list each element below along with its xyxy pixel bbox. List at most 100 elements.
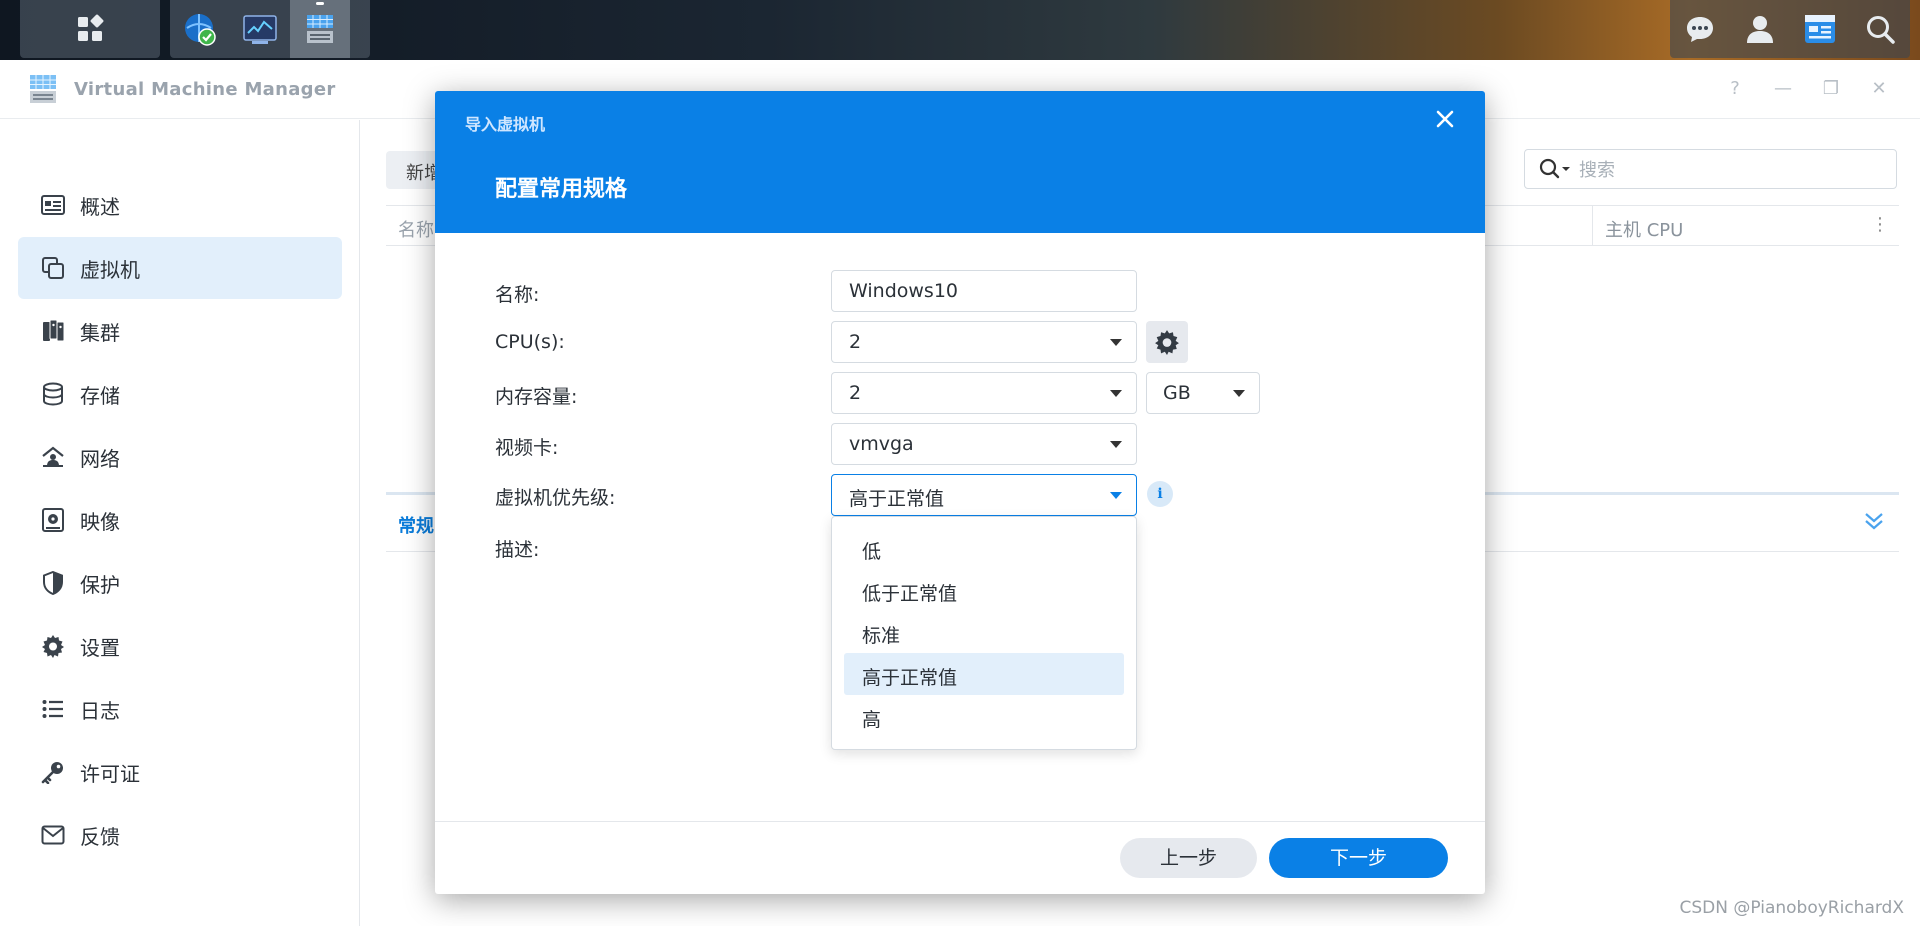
tab-general[interactable]: 常规	[398, 512, 434, 538]
priority-label: 虚拟机优先级:	[495, 487, 616, 509]
image-icon	[40, 507, 66, 533]
chevron-down-icon	[1110, 441, 1122, 448]
minimize-button[interactable]: —	[1772, 78, 1794, 99]
virtual-machine-icon	[40, 255, 66, 281]
taskbar-app-monitor[interactable]	[230, 0, 290, 58]
dialog-footer: 上一步 下一步	[435, 821, 1485, 894]
taskbar-apps	[170, 0, 370, 58]
window-title: Virtual Machine Manager	[74, 78, 336, 100]
sidebar: 概述 虚拟机 集群 存储 网络 映像 保护 设置 日志 许可证 反馈	[0, 120, 360, 926]
sidebar-item-label: 存储	[80, 383, 120, 408]
close-icon[interactable]	[1433, 107, 1457, 131]
priority-option-low[interactable]: 低	[844, 527, 1124, 569]
next-step-button[interactable]: 下一步	[1269, 838, 1448, 878]
column-host-cpu-label: 主机 CPU	[1605, 220, 1684, 241]
cluster-icon	[40, 318, 66, 344]
chevron-down-icon	[1110, 390, 1122, 397]
priority-option-high[interactable]: 高	[844, 695, 1124, 737]
close-window-button[interactable]: ✕	[1868, 78, 1890, 99]
watermark: CSDN @PianoboyRichardX	[1679, 898, 1904, 918]
sidebar-item-label: 设置	[80, 635, 120, 660]
key-icon	[40, 759, 66, 785]
sidebar-item-settings[interactable]: 设置	[18, 615, 342, 677]
user-icon	[1747, 16, 1773, 43]
import-vm-dialog: 导入虚拟机 配置常用规格 名称: CPU(s): 内存容量: 视频卡: 虚拟机优…	[435, 91, 1485, 894]
user-button[interactable]	[1730, 0, 1790, 58]
memory-unit-value: GB	[1163, 382, 1191, 404]
previous-step-button[interactable]: 上一步	[1120, 838, 1257, 878]
widgets-button[interactable]	[1790, 0, 1850, 58]
sidebar-item-label: 日志	[80, 698, 120, 723]
sidebar-item-label: 概述	[80, 194, 120, 219]
virtual-machine-manager-icon	[307, 15, 333, 43]
sidebar-item-license[interactable]: 许可证	[18, 741, 342, 803]
main-menu-button[interactable]	[20, 0, 160, 58]
priority-option-below-normal[interactable]: 低于正常值	[844, 569, 1124, 611]
sidebar-item-label: 虚拟机	[80, 257, 140, 282]
column-name-header[interactable]: 名称	[398, 216, 434, 242]
priority-option-above-normal[interactable]: 高于正常值	[844, 653, 1124, 695]
messages-button[interactable]	[1670, 0, 1730, 58]
chevron-down-icon	[1110, 339, 1122, 346]
info-icon[interactable]: i	[1147, 481, 1173, 507]
gear-icon	[40, 633, 66, 659]
search-icon	[1867, 16, 1895, 44]
name-label: 名称:	[495, 284, 540, 306]
dialog-kicker: 导入虚拟机	[465, 115, 546, 134]
name-field[interactable]: Windows10	[831, 270, 1137, 312]
restore-button[interactable]: ❐	[1820, 78, 1842, 99]
mail-icon	[40, 822, 66, 848]
sidebar-item-log[interactable]: 日志	[18, 678, 342, 740]
shield-icon	[40, 570, 66, 596]
sidebar-item-cluster[interactable]: 集群	[18, 300, 342, 362]
sidebar-item-virtual-machine[interactable]: 虚拟机	[18, 237, 342, 299]
taskbar-right-group	[1670, 0, 1910, 58]
search-input[interactable]: 搜索	[1524, 149, 1897, 189]
memory-select[interactable]: 2	[831, 372, 1137, 414]
help-button[interactable]: ?	[1724, 78, 1746, 99]
sidebar-item-label: 反馈	[80, 824, 120, 849]
cpus-label: CPU(s):	[495, 331, 565, 353]
taskbar-app-vmm[interactable]	[290, 0, 350, 58]
widgets-icon	[1805, 15, 1835, 43]
memory-label: 内存容量:	[495, 386, 578, 408]
video-card-value: vmvga	[849, 433, 914, 455]
taskbar-app-security[interactable]	[170, 0, 230, 58]
security-advisor-icon	[185, 14, 216, 46]
app-logo-icon	[30, 75, 56, 103]
sidebar-item-overview[interactable]: 概述	[18, 174, 342, 236]
search-taskbar-button[interactable]	[1850, 0, 1910, 58]
memory-value: 2	[849, 382, 862, 404]
dialog-title: 配置常用规格	[495, 177, 628, 202]
memory-unit-select[interactable]: GB	[1146, 372, 1260, 414]
video-card-select[interactable]: vmvga	[831, 423, 1137, 465]
taskbar-left-group	[20, 0, 160, 58]
sidebar-item-label: 网络	[80, 446, 120, 471]
description-label: 描述:	[495, 539, 540, 561]
sidebar-item-protection[interactable]: 保护	[18, 552, 342, 614]
window-controls: ? — ❐ ✕	[1724, 78, 1890, 99]
priority-value: 高于正常值	[849, 488, 945, 510]
sidebar-item-image[interactable]: 映像	[18, 489, 342, 551]
chevron-down-icon	[1110, 492, 1122, 499]
priority-select[interactable]: 高于正常值	[831, 474, 1137, 516]
more-options-icon[interactable]: ⋮	[1871, 214, 1889, 235]
sidebar-item-network[interactable]: 网络	[18, 426, 342, 488]
column-host-cpu-header[interactable]: 主机 CPU	[1592, 206, 1882, 245]
storage-icon	[40, 381, 66, 407]
sidebar-item-label: 映像	[80, 509, 120, 534]
cpus-value: 2	[849, 331, 862, 353]
sidebar-item-feedback[interactable]: 反馈	[18, 804, 342, 866]
resource-monitor-icon	[243, 15, 277, 44]
sidebar-item-storage[interactable]: 存储	[18, 363, 342, 425]
gear-icon	[1155, 330, 1179, 355]
cpu-settings-button[interactable]	[1146, 321, 1188, 363]
priority-option-normal[interactable]: 标准	[844, 611, 1124, 653]
sidebar-item-label: 集群	[80, 320, 120, 345]
video-card-label: 视频卡:	[495, 437, 559, 459]
cpus-select[interactable]: 2	[831, 321, 1137, 363]
main-menu-icon	[78, 14, 104, 41]
taskbar	[0, 0, 1920, 60]
sidebar-item-label: 许可证	[80, 761, 140, 786]
double-chevron-down-icon[interactable]	[1863, 510, 1885, 532]
